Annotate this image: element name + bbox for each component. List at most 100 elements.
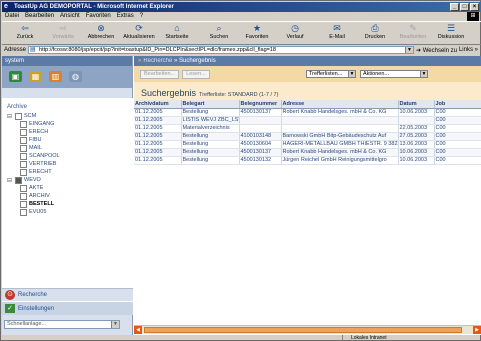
maximize-button[interactable]: □: [460, 3, 469, 11]
checkbox[interactable]: [20, 208, 27, 216]
checkbox[interactable]: [20, 160, 27, 168]
menu-bearbeiten[interactable]: Bearbeiten: [25, 12, 54, 21]
column-header[interactable]: Belegart: [181, 100, 240, 109]
checkbox[interactable]: [20, 144, 27, 152]
forward-button[interactable]: ⇨ Vorwärts: [44, 22, 82, 44]
quick-create-select[interactable]: Schnellanlage... ▼: [4, 320, 120, 329]
scroll-right-icon[interactable]: ▶: [473, 326, 481, 334]
cell: 4500130137: [239, 148, 282, 157]
tree-node-scm[interactable]: ⊟ SCM: [7, 112, 133, 120]
checkbox[interactable]: [20, 120, 27, 128]
cell: LISTIS WEVJ ZBC_LSTUSWEV: [181, 116, 240, 125]
tree-node-fibu[interactable]: FIBU: [7, 136, 133, 144]
tree-node-eingang[interactable]: EINGANG: [7, 120, 133, 128]
table-row[interactable]: 01.12.2005 Bestellung 4500130137 Robert Kna…: [134, 108, 481, 117]
stop-icon: ⊗: [97, 23, 105, 33]
result-count: Trefferliste: STANDARD (1-7 / 7): [199, 92, 279, 98]
discussion-button[interactable]: ☰ Diskussion: [432, 22, 470, 44]
tree-node-scanpool[interactable]: SCANPOOL: [7, 152, 133, 160]
checkbox[interactable]: [20, 152, 27, 160]
breadcrumb-icon: »: [138, 58, 142, 64]
result-title-bar: Suchergebnis Trefferliste: STANDARD (1-7…: [134, 82, 481, 100]
collapse-icon[interactable]: ⊟: [7, 113, 13, 120]
menu-ansicht[interactable]: Ansicht: [60, 12, 80, 21]
tree-heading: Archive: [7, 104, 28, 110]
breadcrumb-parent[interactable]: Recherche: [143, 58, 172, 64]
actions-select[interactable]: Aktionen... ▼: [360, 70, 428, 78]
stop-button[interactable]: ⊗ Abbrechen: [82, 22, 120, 44]
column-header[interactable]: Archivdatum: [134, 100, 182, 109]
print-icon: ⎙: [371, 23, 379, 33]
checkbox[interactable]: [20, 184, 27, 192]
search-button[interactable]: ⌕ Suchen: [200, 22, 238, 44]
tree-node-mail[interactable]: MAIL: [7, 144, 133, 152]
menu-extras[interactable]: Extras: [117, 12, 134, 21]
favorites-button[interactable]: ★ Favoriten: [238, 22, 276, 44]
refresh-button[interactable]: ⟳ Aktualisieren: [120, 22, 158, 44]
tree-node-akte[interactable]: AKTE: [7, 184, 133, 192]
tree-node-erech[interactable]: ERECH: [7, 128, 133, 136]
table-row[interactable]: 01.12.2005 Materialverzeichnis 22.05.2003 C…: [134, 124, 481, 133]
go-button[interactable]: ➜ Wechseln zu: [416, 47, 457, 54]
settings-icon[interactable]: ◍: [69, 71, 82, 82]
scroll-left-icon[interactable]: ◀: [134, 326, 142, 334]
edit-button[interactable]: ✎ Bearbeiten: [394, 22, 432, 44]
checkbox[interactable]: [20, 200, 27, 208]
cell: Jürgen Reichel GmbH Reinigungsmittelgro: [281, 156, 399, 165]
column-header[interactable]: Datum: [398, 100, 435, 109]
tree-node-evu05[interactable]: EVU05: [7, 208, 133, 216]
chevron-down-icon[interactable]: ▼: [111, 321, 119, 328]
checkbox[interactable]: [20, 192, 27, 200]
back-button[interactable]: ⇦ Zurück: [6, 22, 44, 44]
table-row[interactable]: 01.12.2005 Bestellung 4100103148 Barnowski …: [134, 132, 481, 141]
history-icon: ◷: [291, 23, 299, 33]
tree-node-vertrieb[interactable]: VERTRIEB: [7, 160, 133, 168]
collapse-icon[interactable]: ⊟: [7, 177, 13, 184]
cell: C00: [434, 148, 481, 157]
table-row[interactable]: 01.12.2005LISTIS WEVJ ZBC_LSTUSWEV C00: [134, 116, 481, 125]
menu-datei[interactable]: Datei: [5, 12, 19, 21]
checkbox[interactable]: [20, 136, 27, 144]
home-button[interactable]: ⌂ Startseite: [158, 22, 196, 44]
tree-node-archiv[interactable]: ARCHIV: [7, 192, 133, 200]
archive-icon[interactable]: ▥: [49, 71, 62, 82]
mail-button[interactable]: ✉ E-Mail: [318, 22, 356, 44]
chevron-down-icon[interactable]: ▼: [420, 71, 427, 77]
arrow-right-icon: ⇨: [59, 23, 67, 33]
column-header[interactable]: Adresse: [281, 100, 399, 109]
cell: Materialverzeichnis: [181, 124, 240, 133]
settings-icon: ✓: [5, 304, 15, 313]
checkbox[interactable]: [20, 128, 27, 136]
inbox-icon[interactable]: ▣: [9, 71, 22, 82]
result-list-select[interactable]: Trefferlisten... ▼: [306, 70, 356, 78]
column-header[interactable]: Job: [434, 100, 481, 109]
checkbox[interactable]: [15, 112, 22, 120]
read-document-button[interactable]: Lesen...: [182, 69, 210, 79]
tree-node-erecht[interactable]: ERECHT: [7, 168, 133, 176]
print-button[interactable]: ⎙ Drucken: [356, 22, 394, 44]
close-button[interactable]: ×: [470, 3, 479, 11]
cell: 10.06.2003: [398, 148, 435, 157]
edit-document-button[interactable]: Bearbeiten...: [140, 69, 180, 79]
history-button[interactable]: ◷ Verlauf: [276, 22, 314, 44]
checkbox[interactable]: [15, 176, 22, 184]
nav-recherche[interactable]: ⊙ Recherche: [2, 288, 133, 301]
scrollbar-thumb[interactable]: [144, 327, 462, 333]
tree-node-wevo[interactable]: ⊟ WEVO: [7, 176, 133, 184]
table-row[interactable]: 01.12.2005 Bestellung 4500130604 HAGERI-MET…: [134, 140, 481, 149]
horizontal-scrollbar[interactable]: ◀ ▶: [134, 325, 481, 334]
tree-node-bestell[interactable]: BESTELL: [7, 200, 133, 208]
menu-favoriten[interactable]: Favoriten: [86, 12, 111, 21]
chevron-down-icon[interactable]: ▼: [405, 47, 414, 53]
chevron-down-icon[interactable]: ▼: [348, 71, 355, 77]
address-field[interactable]: ▤ http://fcosw:8080/jsp/epcit/jsp?init=t…: [28, 46, 415, 54]
table-row[interactable]: 01.12.2005 Bestellung 4500130137 Robert Kna…: [134, 148, 481, 157]
column-header[interactable]: Belegnummer: [239, 100, 282, 109]
menu-help[interactable]: ?: [140, 12, 143, 21]
checkbox[interactable]: [20, 168, 27, 176]
nav-einstellungen[interactable]: ✓ Einstellungen: [2, 302, 133, 315]
links-button[interactable]: Links »: [459, 47, 478, 53]
folder-icon[interactable]: ▦: [29, 71, 42, 82]
minimize-button[interactable]: _: [450, 3, 459, 11]
table-row[interactable]: 01.12.2005 Bestellung 4500130132 Jürgen Rei…: [134, 156, 481, 165]
